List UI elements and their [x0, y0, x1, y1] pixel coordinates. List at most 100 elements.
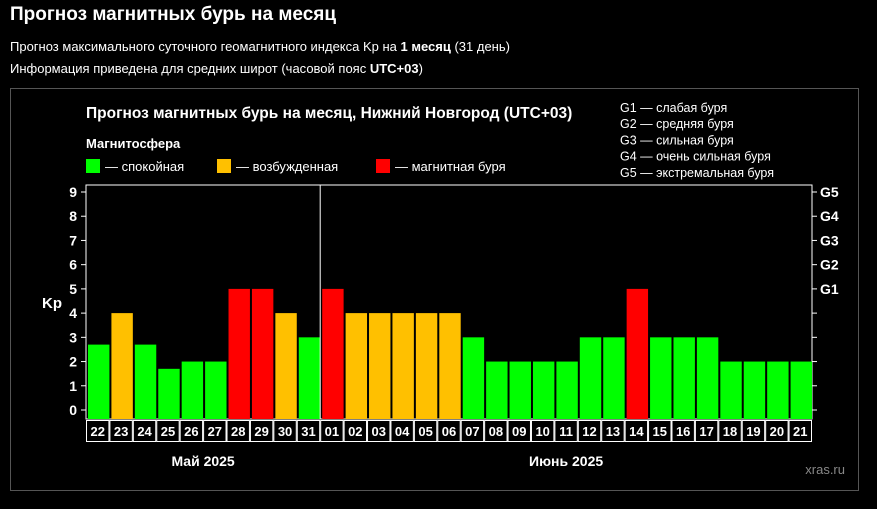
legend-title: Магнитосфера — [86, 136, 181, 151]
watermark: xras.ru — [805, 462, 845, 477]
bar — [298, 337, 321, 419]
g-level-label: G5 — [820, 184, 839, 200]
x-tick-label: 03 — [372, 424, 386, 439]
g-legend-item: G2 — средняя буря — [620, 117, 734, 131]
chart-title: Прогноз магнитных бурь на месяц, Нижний … — [86, 105, 572, 122]
x-tick-label: 25 — [161, 424, 175, 439]
x-tick-label: 02 — [348, 424, 362, 439]
bar — [650, 337, 672, 419]
x-tick-label: 23 — [114, 424, 128, 439]
page-title: Прогноз магнитных бурь на месяц — [10, 4, 337, 25]
latitude-text: Информация приведена для средних широт (… — [10, 61, 370, 76]
bar — [251, 288, 274, 419]
bar — [720, 361, 742, 419]
x-tick-label: 04 — [395, 424, 410, 439]
x-tick-label: 28 — [231, 424, 245, 439]
bar — [579, 337, 602, 419]
bar — [743, 361, 766, 419]
bar — [556, 361, 578, 419]
x-tick-label: 31 — [301, 424, 315, 439]
x-tick-label: 08 — [489, 424, 503, 439]
x-tick-label: 06 — [442, 424, 456, 439]
bar — [158, 368, 180, 419]
latitude-text-end: ) — [418, 61, 423, 76]
x-tick-label: 13 — [606, 424, 620, 439]
bar — [696, 337, 719, 419]
timezone-label: UTC+03 — [369, 61, 419, 76]
bar — [392, 313, 414, 419]
bar — [439, 313, 461, 419]
legend-swatch-storm — [376, 159, 390, 173]
x-tick-label: 21 — [793, 424, 807, 439]
x-tick-label: 14 — [629, 424, 644, 439]
x-tick-label: 20 — [770, 424, 784, 439]
g-legend-item: G4 — очень сильная буря — [620, 150, 771, 164]
x-tick-label: 01 — [325, 424, 339, 439]
kp-forecast-chart: Прогноз магнитных бурь на месяц, Нижний … — [10, 88, 859, 491]
x-tick-label: 22 — [90, 424, 104, 439]
bar — [626, 288, 649, 419]
x-tick-label: 24 — [137, 424, 152, 439]
x-tick-label: 15 — [653, 424, 667, 439]
x-tick-label: 09 — [512, 424, 526, 439]
bar — [322, 288, 344, 419]
legend-swatch-calm — [86, 159, 100, 173]
y-tick-label: 6 — [69, 257, 77, 273]
g-legend-item: G5 — экстремальная буря — [620, 166, 774, 180]
x-tick-label: 05 — [418, 424, 432, 439]
bar — [275, 313, 297, 419]
bar — [228, 288, 250, 419]
y-tick-label: 4 — [69, 305, 77, 321]
x-tick-label: 17 — [699, 424, 713, 439]
g-legend-item: G1 — слабая буря — [620, 101, 727, 115]
bar — [181, 361, 204, 419]
forecast-description: Прогноз максимального суточного геомагни… — [10, 39, 510, 54]
y-tick-label: 0 — [69, 402, 77, 418]
bar — [345, 313, 368, 419]
bar — [134, 344, 157, 419]
x-tick-label: 10 — [535, 424, 549, 439]
bar — [532, 361, 555, 419]
g-level-label: G3 — [820, 232, 839, 248]
y-tick-label: 5 — [69, 281, 77, 297]
latitude-note: Информация приведена для средних широт (… — [10, 61, 423, 76]
x-tick-label: 19 — [746, 424, 760, 439]
y-tick-label: 8 — [69, 208, 77, 224]
y-tick-label: 9 — [69, 184, 77, 200]
y-tick-label: 2 — [69, 354, 77, 370]
g-level-label: G2 — [820, 257, 839, 273]
x-tick-label: 18 — [723, 424, 737, 439]
legend-label-storm: — магнитная буря — [395, 159, 506, 174]
legend-swatch-excited — [217, 159, 231, 173]
y-tick-label: 7 — [69, 232, 77, 248]
bar — [111, 313, 133, 419]
g-legend-item: G3 — сильная буря — [620, 133, 734, 147]
y-tick-label: 1 — [69, 378, 77, 394]
bar — [790, 361, 812, 419]
y-axis-label: Kp — [42, 295, 62, 312]
g-level-label: G4 — [820, 208, 839, 224]
y-tick-label: 3 — [69, 329, 77, 345]
bar — [205, 361, 227, 419]
bar — [369, 313, 391, 419]
description-text: Прогноз максимального суточного геомагни… — [10, 39, 401, 54]
month-label: Июнь 2025 — [529, 453, 603, 469]
bar — [88, 344, 110, 419]
bar — [509, 361, 531, 419]
bar — [415, 313, 438, 419]
x-tick-label: 29 — [254, 424, 268, 439]
bar — [486, 361, 508, 419]
x-tick-label: 12 — [582, 424, 596, 439]
x-tick-label: 11 — [559, 424, 573, 439]
description-period: 1 месяц — [400, 39, 451, 54]
bar — [462, 337, 485, 419]
x-tick-label: 30 — [278, 424, 292, 439]
x-tick-label: 07 — [465, 424, 479, 439]
description-days: (31 день) — [450, 39, 510, 54]
legend-label-excited: — возбужденная — [236, 159, 338, 174]
month-label: Май 2025 — [171, 453, 234, 469]
legend-label-calm: — спокойная — [105, 159, 184, 174]
bar — [767, 361, 789, 419]
x-tick-label: 27 — [208, 424, 222, 439]
x-tick-label: 16 — [676, 424, 690, 439]
